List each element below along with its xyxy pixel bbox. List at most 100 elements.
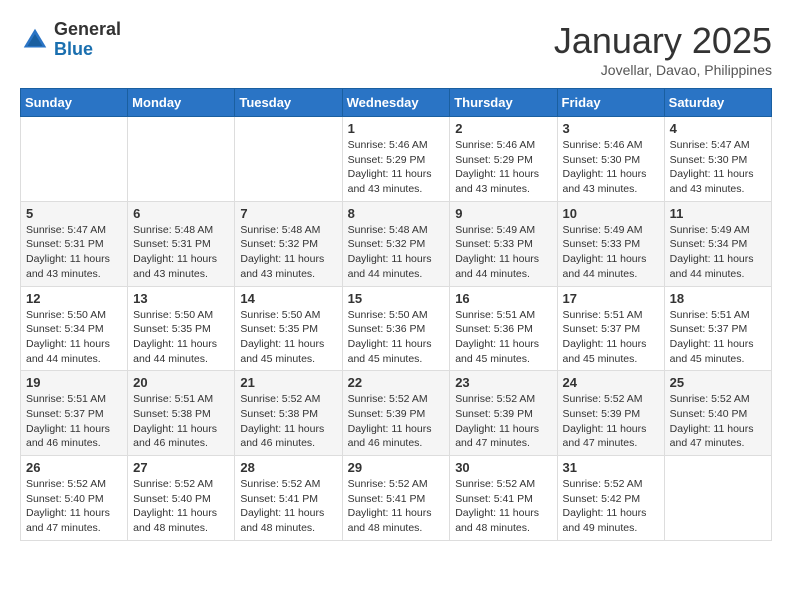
calendar-week-row: 5 Sunrise: 5:47 AM Sunset: 5:31 PM Daylig…: [21, 201, 772, 286]
weekday-header: Monday: [128, 89, 235, 117]
calendar-cell: 3 Sunrise: 5:46 AM Sunset: 5:30 PM Daylig…: [557, 117, 664, 202]
cell-info: Sunrise: 5:48 AM Sunset: 5:32 PM Dayligh…: [240, 223, 336, 282]
calendar-header-row: SundayMondayTuesdayWednesdayThursdayFrid…: [21, 89, 772, 117]
cell-day-number: 3: [563, 121, 659, 136]
cell-day-number: 24: [563, 375, 659, 390]
title-block: January 2025 Jovellar, Davao, Philippine…: [554, 20, 772, 78]
cell-info: Sunrise: 5:46 AM Sunset: 5:29 PM Dayligh…: [455, 138, 551, 197]
calendar-cell: 14Sunrise: 5:50 AM Sunset: 5:35 PM Dayli…: [235, 286, 342, 371]
cell-day-number: 30: [455, 460, 551, 475]
cell-day-number: 17: [563, 291, 659, 306]
calendar-cell: 13Sunrise: 5:50 AM Sunset: 5:35 PM Dayli…: [128, 286, 235, 371]
calendar-cell: 20 Sunrise: 5:51 AM Sunset: 5:38 PM Dayli…: [128, 371, 235, 456]
cell-day-number: 15: [348, 291, 445, 306]
location: Jovellar, Davao, Philippines: [554, 62, 772, 78]
cell-info: Sunrise: 5:52 AM Sunset: 5:38 PM Dayligh…: [240, 392, 336, 451]
logo-icon: [20, 25, 50, 55]
cell-day-number: 28: [240, 460, 336, 475]
logo-blue: Blue: [54, 40, 121, 60]
cell-info: Sunrise: 5:48 AM Sunset: 5:31 PM Dayligh…: [133, 223, 229, 282]
cell-info: Sunrise: 5:50 AM Sunset: 5:35 PM Dayligh…: [240, 308, 336, 367]
cell-day-number: 25: [670, 375, 766, 390]
calendar-cell: [128, 117, 235, 202]
cell-info: Sunrise: 5:52 AM Sunset: 5:40 PM Dayligh…: [133, 477, 229, 536]
month-title: January 2025: [554, 20, 772, 62]
cell-day-number: 6: [133, 206, 229, 221]
cell-info: Sunrise: 5:49 AM Sunset: 5:33 PM Dayligh…: [455, 223, 551, 282]
cell-info: Sunrise: 5:52 AM Sunset: 5:40 PM Dayligh…: [26, 477, 122, 536]
calendar-cell: 21Sunrise: 5:52 AM Sunset: 5:38 PM Dayli…: [235, 371, 342, 456]
logo: General Blue: [20, 20, 121, 60]
cell-day-number: 1: [348, 121, 445, 136]
calendar-table: SundayMondayTuesdayWednesdayThursdayFrid…: [20, 88, 772, 541]
calendar-cell: 25 Sunrise: 5:52 AM Sunset: 5:40 PM Dayli…: [664, 371, 771, 456]
cell-day-number: 26: [26, 460, 122, 475]
calendar-cell: 30Sunrise: 5:52 AM Sunset: 5:41 PM Dayli…: [450, 456, 557, 541]
calendar-cell: 2 Sunrise: 5:46 AM Sunset: 5:29 PM Daylig…: [450, 117, 557, 202]
cell-info: Sunrise: 5:52 AM Sunset: 5:41 PM Dayligh…: [240, 477, 336, 536]
calendar-cell: [664, 456, 771, 541]
calendar-cell: 4Sunrise: 5:47 AM Sunset: 5:30 PM Daylig…: [664, 117, 771, 202]
cell-day-number: 22: [348, 375, 445, 390]
cell-day-number: 19: [26, 375, 122, 390]
calendar-cell: 31Sunrise: 5:52 AM Sunset: 5:42 PM Dayli…: [557, 456, 664, 541]
calendar-cell: 18 Sunrise: 5:51 AM Sunset: 5:37 PM Dayli…: [664, 286, 771, 371]
cell-info: Sunrise: 5:52 AM Sunset: 5:40 PM Dayligh…: [670, 392, 766, 451]
cell-info: Sunrise: 5:52 AM Sunset: 5:41 PM Dayligh…: [348, 477, 445, 536]
cell-info: Sunrise: 5:49 AM Sunset: 5:34 PM Dayligh…: [670, 223, 766, 282]
cell-day-number: 7: [240, 206, 336, 221]
calendar-cell: 8 Sunrise: 5:48 AM Sunset: 5:32 PM Daylig…: [342, 201, 450, 286]
calendar-week-row: 1 Sunrise: 5:46 AM Sunset: 5:29 PM Daylig…: [21, 117, 772, 202]
cell-day-number: 27: [133, 460, 229, 475]
cell-info: Sunrise: 5:50 AM Sunset: 5:36 PM Dayligh…: [348, 308, 445, 367]
weekday-header: Tuesday: [235, 89, 342, 117]
cell-info: Sunrise: 5:51 AM Sunset: 5:37 PM Dayligh…: [670, 308, 766, 367]
cell-day-number: 2: [455, 121, 551, 136]
cell-info: Sunrise: 5:51 AM Sunset: 5:37 PM Dayligh…: [26, 392, 122, 451]
cell-info: Sunrise: 5:52 AM Sunset: 5:39 PM Dayligh…: [455, 392, 551, 451]
cell-info: Sunrise: 5:49 AM Sunset: 5:33 PM Dayligh…: [563, 223, 659, 282]
cell-info: Sunrise: 5:52 AM Sunset: 5:39 PM Dayligh…: [348, 392, 445, 451]
calendar-cell: 17 Sunrise: 5:51 AM Sunset: 5:37 PM Dayli…: [557, 286, 664, 371]
cell-day-number: 29: [348, 460, 445, 475]
cell-day-number: 20: [133, 375, 229, 390]
calendar-cell: [21, 117, 128, 202]
cell-day-number: 23: [455, 375, 551, 390]
cell-info: Sunrise: 5:48 AM Sunset: 5:32 PM Dayligh…: [348, 223, 445, 282]
calendar-cell: 5 Sunrise: 5:47 AM Sunset: 5:31 PM Daylig…: [21, 201, 128, 286]
cell-day-number: 9: [455, 206, 551, 221]
cell-day-number: 13: [133, 291, 229, 306]
cell-info: Sunrise: 5:51 AM Sunset: 5:37 PM Dayligh…: [563, 308, 659, 367]
calendar-cell: 22 Sunrise: 5:52 AM Sunset: 5:39 PM Dayli…: [342, 371, 450, 456]
calendar-cell: 28 Sunrise: 5:52 AM Sunset: 5:41 PM Dayli…: [235, 456, 342, 541]
cell-day-number: 11: [670, 206, 766, 221]
calendar-cell: 27 Sunrise: 5:52 AM Sunset: 5:40 PM Dayli…: [128, 456, 235, 541]
weekday-header: Saturday: [664, 89, 771, 117]
calendar-cell: 10Sunrise: 5:49 AM Sunset: 5:33 PM Dayli…: [557, 201, 664, 286]
calendar-cell: 7 Sunrise: 5:48 AM Sunset: 5:32 PM Daylig…: [235, 201, 342, 286]
calendar-cell: [235, 117, 342, 202]
cell-day-number: 16: [455, 291, 551, 306]
page-header: General Blue January 2025 Jovellar, Dava…: [20, 20, 772, 78]
logo-general: General: [54, 20, 121, 40]
calendar-cell: 11 Sunrise: 5:49 AM Sunset: 5:34 PM Dayli…: [664, 201, 771, 286]
calendar-week-row: 19 Sunrise: 5:51 AM Sunset: 5:37 PM Dayli…: [21, 371, 772, 456]
cell-info: Sunrise: 5:51 AM Sunset: 5:38 PM Dayligh…: [133, 392, 229, 451]
calendar-cell: 26 Sunrise: 5:52 AM Sunset: 5:40 PM Dayli…: [21, 456, 128, 541]
cell-day-number: 8: [348, 206, 445, 221]
cell-day-number: 5: [26, 206, 122, 221]
cell-info: Sunrise: 5:52 AM Sunset: 5:39 PM Dayligh…: [563, 392, 659, 451]
calendar-week-row: 26 Sunrise: 5:52 AM Sunset: 5:40 PM Dayli…: [21, 456, 772, 541]
cell-day-number: 31: [563, 460, 659, 475]
cell-info: Sunrise: 5:46 AM Sunset: 5:30 PM Dayligh…: [563, 138, 659, 197]
cell-day-number: 18: [670, 291, 766, 306]
calendar-cell: 19 Sunrise: 5:51 AM Sunset: 5:37 PM Dayli…: [21, 371, 128, 456]
calendar-cell: 23 Sunrise: 5:52 AM Sunset: 5:39 PM Dayli…: [450, 371, 557, 456]
calendar-cell: 29 Sunrise: 5:52 AM Sunset: 5:41 PM Dayli…: [342, 456, 450, 541]
cell-info: Sunrise: 5:47 AM Sunset: 5:30 PM Dayligh…: [670, 138, 766, 197]
calendar-cell: 15 Sunrise: 5:50 AM Sunset: 5:36 PM Dayli…: [342, 286, 450, 371]
cell-day-number: 12: [26, 291, 122, 306]
calendar-cell: 1Sunrise: 5:46 AM Sunset: 5:29 PM Daylig…: [342, 117, 450, 202]
cell-info: Sunrise: 5:47 AM Sunset: 5:31 PM Dayligh…: [26, 223, 122, 282]
calendar-week-row: 12Sunrise: 5:50 AM Sunset: 5:34 PM Dayli…: [21, 286, 772, 371]
